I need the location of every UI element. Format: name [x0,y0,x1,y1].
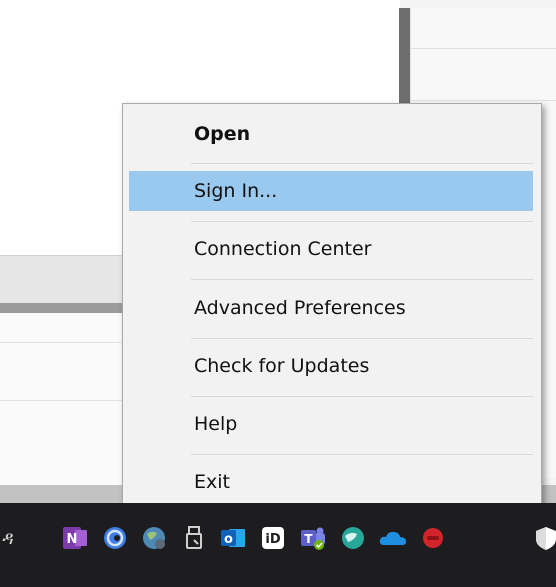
tray-context-menu: Open Sign In... Connection Center Advanc… [122,103,542,511]
menu-item-label: Check for Updates [194,355,370,377]
menu-item-advanced-preferences[interactable]: Advanced Preferences [129,288,533,328]
teams-letter: T [304,532,313,546]
red-app-icon[interactable] [416,521,450,555]
divider [0,342,125,343]
partial-tray-icon[interactable]: ዳ [0,521,16,555]
id-app-letters: iD [265,532,280,547]
menu-item-help[interactable]: Help [129,404,533,444]
outlook-letter: o [224,532,233,547]
divider [410,100,556,101]
onedrive-cloud-icon[interactable] [376,521,410,555]
globe-icon[interactable] [137,521,171,555]
outlook-icon[interactable]: o [216,521,250,555]
menu-separator [191,396,533,397]
divider [0,400,125,401]
usb-drive-icon[interactable] [177,521,211,555]
window-shadow [0,303,125,313]
menu-item-label: Open [194,123,251,145]
onenote-letter: N [67,532,78,547]
menu-item-open[interactable]: Open [129,114,533,154]
menu-item-label: Sign In... [194,180,278,202]
teams-icon[interactable]: T [296,521,330,555]
divider [410,48,556,49]
menu-item-label: Exit [194,471,230,493]
network-globe-icon[interactable] [336,521,370,555]
menu-separator [191,338,533,339]
menu-item-label: Help [194,413,238,435]
menu-separator [191,279,533,280]
menu-separator [191,221,533,222]
menu-item-check-for-updates[interactable]: Check for Updates [129,346,533,386]
background-toolbar [0,255,125,304]
menu-separator [191,163,533,164]
edge-dev-icon[interactable] [98,521,132,555]
menu-item-label: Connection Center [194,238,372,260]
menu-separator [191,454,533,455]
menu-item-sign-in[interactable]: Sign In... [129,171,533,211]
menu-item-exit[interactable]: Exit [129,462,533,502]
security-shield-icon[interactable] [536,521,556,555]
onenote-icon[interactable]: N [58,521,92,555]
taskbar: ዳ N o iD T [0,503,556,587]
menu-item-label: Advanced Preferences [194,297,406,319]
menu-item-connection-center[interactable]: Connection Center [129,229,533,269]
id-app-icon[interactable]: iD [256,521,290,555]
